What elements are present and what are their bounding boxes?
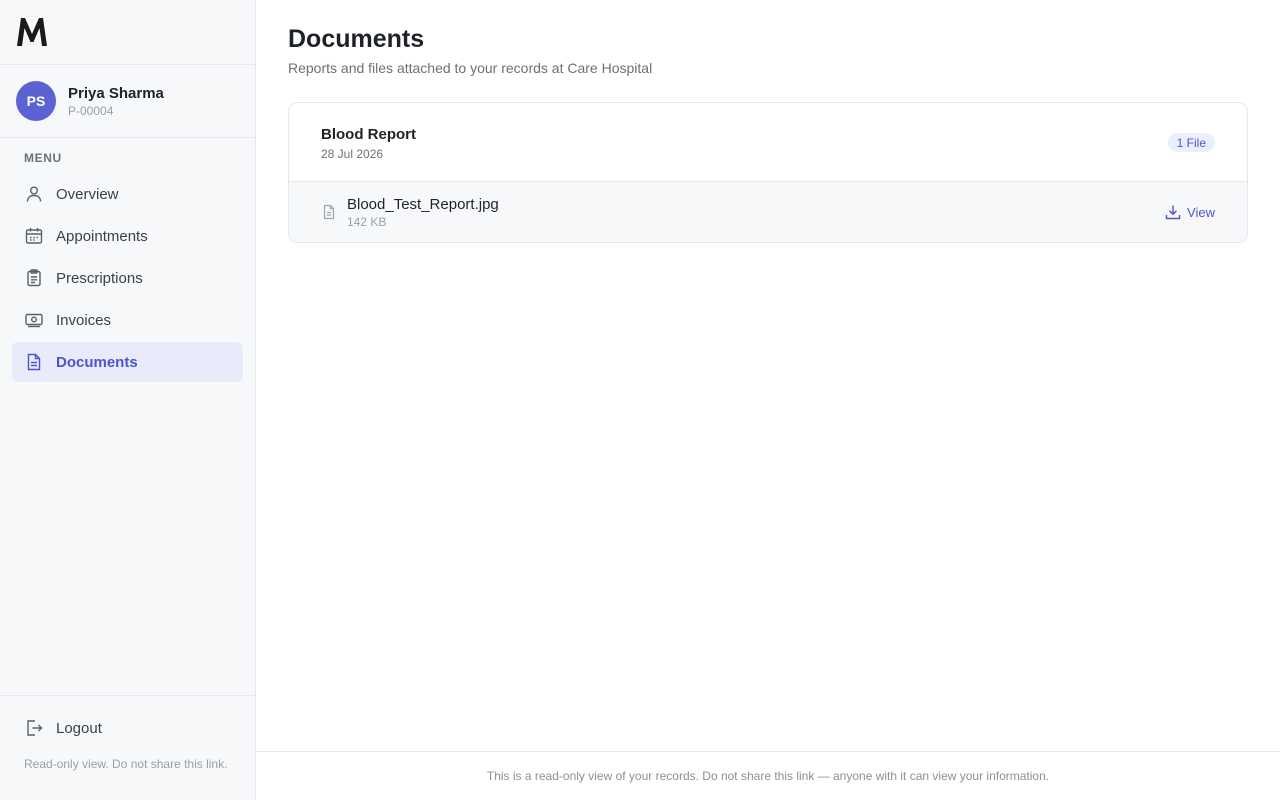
sidebar: PS Priya Sharma P-00004 MENU Overview Ap… [0,0,256,800]
document-card-header: Blood Report 28 Jul 2026 1 File [289,103,1247,182]
document-title: Blood Report [321,126,416,143]
sidebar-item-label: Prescriptions [56,269,143,287]
logout-button[interactable]: Logout [12,708,243,748]
file-count-badge: 1 File [1167,133,1215,152]
file-row: Blood_Test_Report.jpg 142 KB View [289,182,1247,242]
profile-card: PS Priya Sharma P-00004 [0,65,255,138]
document-date: 28 Jul 2026 [321,147,384,161]
patient-id: P-00004 [68,104,114,118]
logout-icon [24,718,44,738]
file-name: Blood_Test_Report.jpg [347,196,499,213]
m-logo-icon[interactable] [16,17,48,47]
avatar: PS [16,81,56,121]
readonly-note: Read-only view. Do not share this link. [24,757,228,771]
page-title: Documents [288,25,425,53]
page-footer: This is a read-only view of your records… [256,751,1280,800]
sidebar-item-label: Invoices [56,311,112,329]
logo-area [0,0,255,65]
footer-text: This is a read-only view of your records… [486,769,1050,783]
page-subtitle: Reports and files attached to your recor… [288,60,653,76]
file-icon [323,204,335,220]
sidebar-item-overview[interactable]: Overview [12,174,243,214]
view-file-button[interactable]: View [1165,202,1215,222]
user-icon [24,184,44,204]
sidebar-item-appointments[interactable]: Appointments [12,216,243,256]
clipboard-icon [24,268,44,288]
profile-name: Priya Sharma [68,85,164,102]
sidebar-nav: Overview Appointments Prescriptions Invo… [12,174,243,384]
banknote-icon [24,310,44,330]
calendar-icon [24,226,44,246]
download-icon [1165,204,1181,220]
menu-label: MENU [24,151,62,165]
view-label: View [1187,204,1215,220]
sidebar-item-label: Overview [56,185,119,203]
sidebar-item-documents[interactable]: Documents [12,342,243,382]
main-content: Documents Reports and files attached to … [256,0,1280,751]
sidebar-item-label: Documents [56,353,138,371]
sidebar-item-label: Appointments [56,227,148,245]
document-icon [24,352,44,372]
sidebar-footer: Logout Read-only view. Do not share this… [0,695,255,800]
logout-label: Logout [56,719,102,737]
file-size: 142 KB [347,215,387,229]
sidebar-item-prescriptions[interactable]: Prescriptions [12,258,243,298]
sidebar-item-invoices[interactable]: Invoices [12,300,243,340]
document-card: Blood Report 28 Jul 2026 1 File Blood_Te… [288,102,1248,243]
